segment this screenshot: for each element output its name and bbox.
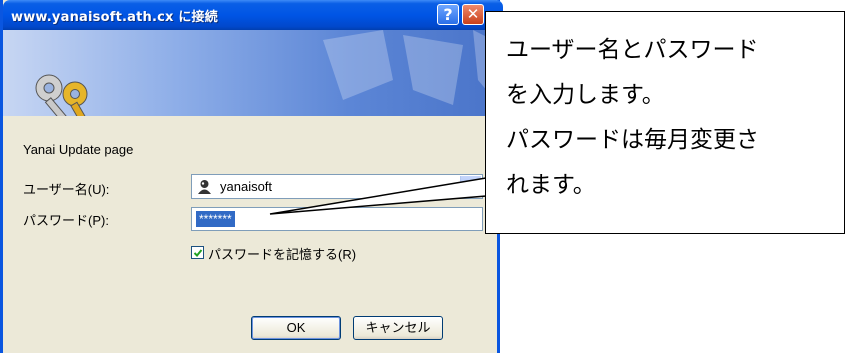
banner-decoration	[323, 30, 497, 105]
remember-checkbox[interactable]	[191, 246, 204, 259]
user-icon	[198, 180, 211, 194]
callout-text: ユーザー名とパスワード を入力します。 パスワードは毎月変更さ れます。	[506, 28, 836, 208]
login-dialog: www.yanaisoft.ath.cx に接続 ? ✕ Yanai Updat…	[0, 0, 503, 353]
cancel-button[interactable]: キャンセル	[353, 316, 443, 340]
keys-icon	[35, 74, 95, 116]
remember-label[interactable]: パスワードを記憶する(R)	[208, 244, 356, 263]
help-icon[interactable]: ?	[437, 4, 459, 25]
window-title: www.yanaisoft.ath.cx に接続	[11, 10, 218, 25]
password-field[interactable]: *******	[191, 207, 483, 231]
realm-text: Yanai Update page	[23, 142, 134, 157]
ok-button[interactable]: OK	[251, 316, 341, 340]
callout-line: パスワードは毎月変更さ	[506, 127, 759, 153]
password-label: パスワード(P):	[23, 213, 109, 228]
check-icon	[193, 249, 203, 257]
callout-line: を入力します。	[506, 82, 665, 108]
username-label: ユーザー名(U):	[23, 182, 110, 197]
callout-box: ユーザー名とパスワード を入力します。 パスワードは毎月変更さ れます。	[485, 11, 845, 234]
username-value: yanaisoft	[220, 179, 273, 194]
banner	[3, 30, 497, 116]
password-value: *******	[196, 211, 235, 227]
title-bar: www.yanaisoft.ath.cx に接続 ? ✕	[3, 0, 503, 30]
username-combo[interactable]: yanaisoft	[191, 174, 483, 199]
callout-line: れます。	[506, 172, 596, 198]
callout-line: ユーザー名とパスワード	[506, 37, 759, 63]
dropdown-arrow[interactable]	[460, 176, 481, 197]
close-icon[interactable]: ✕	[462, 4, 484, 25]
